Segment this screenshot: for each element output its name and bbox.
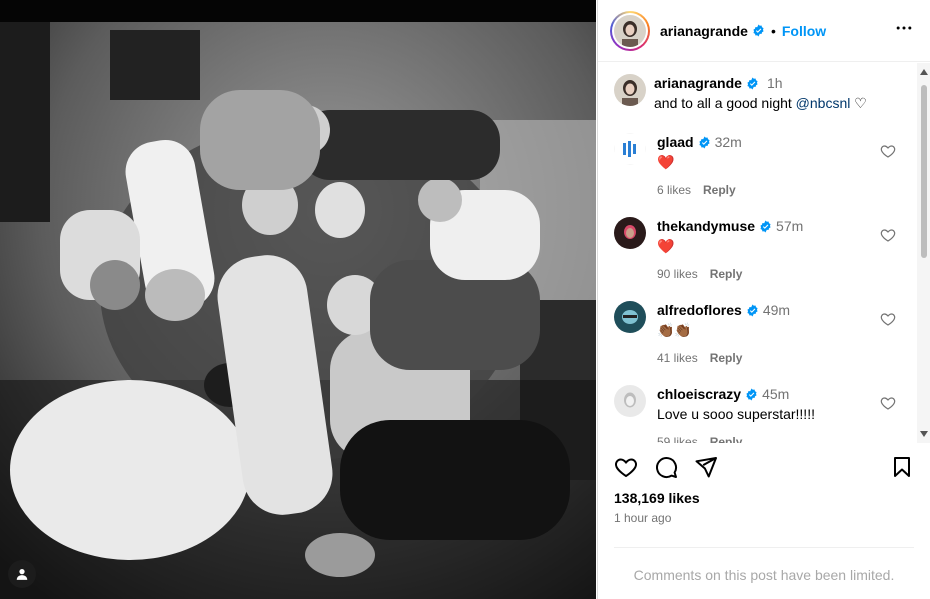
commenter-username[interactable]: glaad — [657, 134, 694, 150]
post-timestamp[interactable]: 1 hour ago — [614, 511, 671, 525]
caption-text: and to all a good night — [654, 95, 796, 111]
verified-badge-icon — [746, 388, 757, 401]
comment-likes[interactable]: 6 likes — [657, 183, 691, 197]
comments-scrollbar[interactable] — [917, 63, 930, 443]
commenter-username[interactable]: thekandymuse — [657, 218, 755, 234]
like-comment-icon[interactable] — [880, 143, 896, 159]
post-image[interactable] — [0, 0, 596, 599]
avatar-image — [614, 14, 646, 47]
post-actions — [614, 455, 914, 481]
commenter-avatar[interactable] — [614, 133, 646, 165]
post-photo — [0, 0, 596, 599]
caption-time[interactable]: 1h — [767, 75, 783, 91]
commenter-avatar[interactable] — [614, 217, 646, 249]
comments-list[interactable]: arianagrande 1h and to all a good night @… — [598, 63, 930, 443]
post-details-panel: arianagrande • Follow arianagrande 1h and — [597, 0, 930, 599]
save-bookmark-icon[interactable] — [890, 455, 914, 479]
scroll-up-arrow-icon[interactable] — [920, 69, 928, 75]
commenter-username[interactable]: chloeiscrazy — [657, 386, 741, 402]
verified-badge-icon — [747, 304, 758, 317]
reply-button[interactable]: Reply — [710, 351, 743, 365]
more-options-icon[interactable] — [894, 18, 914, 43]
comment-likes[interactable]: 90 likes — [657, 267, 698, 281]
tagged-users-icon[interactable] — [8, 560, 36, 588]
comment-time[interactable]: 45m — [762, 386, 789, 402]
comment-text: Love u sooo superstar!!!!! — [657, 406, 815, 422]
follow-button[interactable]: Follow — [782, 23, 826, 39]
commenter-avatar[interactable] — [614, 385, 646, 417]
commenter-avatar[interactable] — [614, 301, 646, 333]
share-send-icon[interactable] — [694, 455, 718, 479]
likes-count[interactable]: 138,169 likes — [614, 490, 700, 506]
comment-text: 👏🏾👏🏾 — [657, 322, 692, 338]
comment-time[interactable]: 57m — [776, 218, 803, 234]
divider — [614, 547, 914, 548]
like-comment-icon[interactable] — [880, 311, 896, 327]
scroll-down-arrow-icon[interactable] — [920, 431, 928, 437]
comment-text: ❤️ — [657, 154, 675, 170]
like-comment-icon[interactable] — [880, 395, 896, 411]
caption-author-avatar[interactable] — [614, 74, 646, 106]
author-avatar[interactable] — [610, 10, 650, 51]
verified-badge-icon — [699, 136, 710, 149]
comment-bubble-icon[interactable] — [654, 455, 678, 479]
comment-time[interactable]: 49m — [763, 302, 790, 318]
verified-badge-icon — [747, 77, 758, 90]
commenter-username[interactable]: alfredoflores — [657, 302, 742, 318]
verified-badge-icon — [760, 220, 771, 233]
reply-button[interactable]: Reply — [710, 435, 743, 443]
author-username[interactable]: arianagrande — [660, 23, 748, 39]
comment-likes[interactable]: 41 likes — [657, 351, 698, 365]
reply-button[interactable]: Reply — [703, 183, 736, 197]
caption-author[interactable]: arianagrande — [654, 75, 742, 91]
caption-mention-link[interactable]: @nbcsnl — [796, 95, 851, 111]
verified-badge-icon — [753, 24, 764, 37]
comment-likes[interactable]: 59 likes — [657, 435, 698, 443]
caption-heart-glyph: ♡ — [850, 95, 867, 111]
like-comment-icon[interactable] — [880, 227, 896, 243]
comments-limited-notice: Comments on this post have been limited. — [633, 567, 895, 583]
like-heart-icon[interactable] — [614, 455, 638, 479]
scrollbar-thumb[interactable] — [921, 85, 927, 258]
comment-time[interactable]: 32m — [715, 134, 742, 150]
post-header: arianagrande • Follow — [598, 0, 930, 62]
separator-dot: • — [770, 22, 776, 39]
comment-text: ❤️ — [657, 238, 675, 254]
reply-button[interactable]: Reply — [710, 267, 743, 281]
